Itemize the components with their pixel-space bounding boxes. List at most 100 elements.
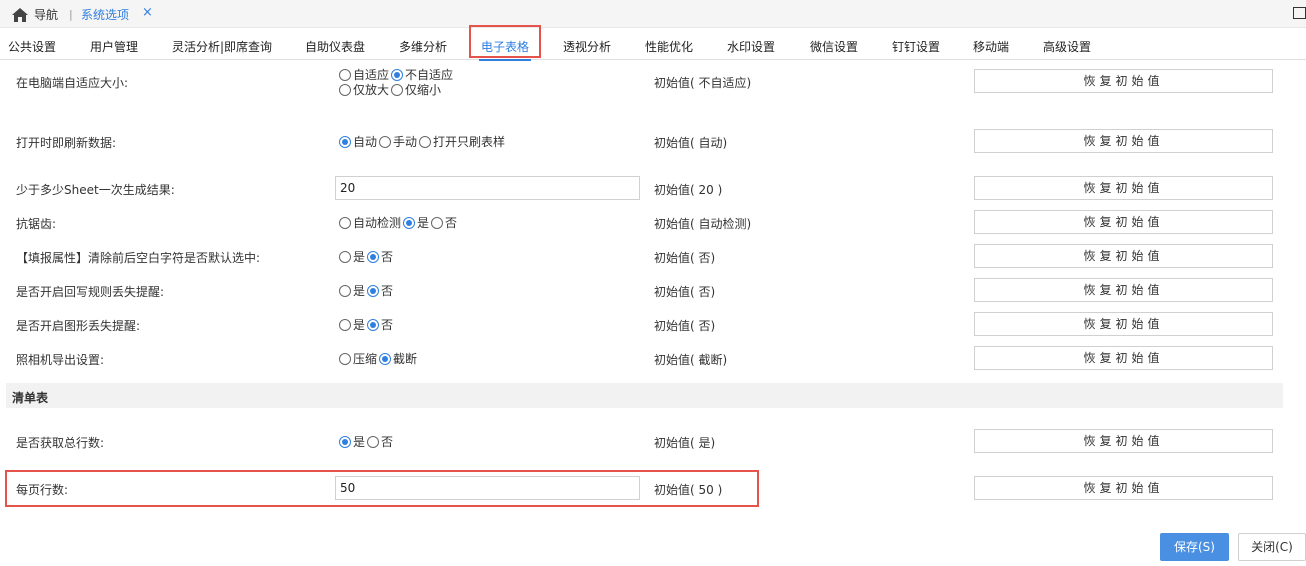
total-rows-options: 是 否 [339,433,395,450]
graphic-alert-label: 是否开启图形丢失提醒: [16,319,141,333]
option-label: 截断 [393,352,418,366]
option-label: 自动检测 [353,216,402,230]
trim-initial-value: 初始值( 否) [654,251,716,265]
trim-option-yes[interactable]: 是 [339,248,365,265]
graphic-option-no[interactable]: 否 [367,316,393,333]
camera-option-compress[interactable]: 压缩 [339,350,377,367]
total-option-no[interactable]: 否 [367,433,393,450]
option-label: 自动 [353,135,378,149]
refresh-option-auto[interactable]: 自动 [339,133,377,150]
breadcrumb-separator: | [69,8,73,21]
tab-highlight-box [469,25,541,58]
trim-whitespace-label: 【填报属性】清除前后空白字符是否默认选中: [16,251,261,265]
restore-button-autofit[interactable]: 恢复初始值 [974,69,1273,93]
tab-adhoc[interactable]: 灵活分析|即席查询 [172,38,272,55]
autofit-label: 在电脑端自适应大小: [16,76,129,90]
radio-button-selected[interactable] [339,135,351,148]
radio-button[interactable] [339,250,351,263]
option-label: 否 [381,250,394,264]
autofit-initial-value: 初始值( 不自适应) [654,76,752,90]
restore-button-total-rows[interactable]: 恢复初始值 [974,429,1273,453]
refresh-label: 打开时即刷新数据: [16,136,117,150]
total-option-yes[interactable]: 是 [339,433,365,450]
radio-button[interactable] [391,83,404,96]
top-bar: 导航 | 系统选项 × [0,0,1306,28]
antialias-option-yes[interactable]: 是 [403,214,429,231]
tab-wechat[interactable]: 微信设置 [810,38,858,55]
radio-button-selected[interactable] [379,352,392,365]
option-label: 是 [353,284,366,298]
autofit-option-shrink[interactable]: 仅缩小 [391,81,441,98]
refresh-options: 自动 手动 打开只刷表样 [339,133,507,150]
refresh-option-manual[interactable]: 手动 [379,133,417,150]
radio-button-selected[interactable] [403,216,416,229]
settings-tabs: 公共设置 用户管理 灵活分析|即席查询 自助仪表盘 多维分析 电子表格 透视分析… [0,28,1306,61]
tab-watermark[interactable]: 水印设置 [727,38,775,55]
tab-mobile[interactable]: 移动端 [973,38,1009,55]
maximize-icon[interactable] [1293,7,1306,19]
tab-advanced[interactable]: 高级设置 [1043,38,1091,55]
radio-button[interactable] [419,135,432,148]
restore-button-writeback[interactable]: 恢复初始值 [974,278,1273,302]
row-highlight-box [5,470,759,507]
total-rows-initial-value: 初始值( 是) [654,436,716,450]
radio-button-selected[interactable] [367,318,380,331]
save-button[interactable]: 保存(S) [1160,533,1229,561]
restore-button-trim[interactable]: 恢复初始值 [974,244,1273,268]
home-icon [12,7,28,22]
radio-button[interactable] [339,352,351,365]
radio-button[interactable] [339,216,351,229]
radio-button-selected[interactable] [367,250,380,263]
tab-public[interactable]: 公共设置 [8,38,56,55]
tab-dashboard[interactable]: 自助仪表盘 [305,38,365,55]
section-title: 清单表 [12,391,49,405]
autofit-options-row2: 仅放大 仅缩小 [339,81,443,98]
trim-option-no[interactable]: 否 [367,248,393,265]
tab-performance[interactable]: 性能优化 [645,38,693,55]
nav-home[interactable]: 导航 [12,6,58,23]
tab-users[interactable]: 用户管理 [90,38,138,55]
antialias-option-auto[interactable]: 自动检测 [339,214,401,231]
radio-button-selected[interactable] [391,68,404,81]
restore-button-graphic[interactable]: 恢复初始值 [974,312,1273,336]
current-tab-label[interactable]: 系统选项 [81,6,129,23]
list-table-section-header: 清单表 [6,383,1283,408]
writeback-option-yes[interactable]: 是 [339,282,365,299]
autofit-option-enlarge[interactable]: 仅放大 [339,81,389,98]
close-button[interactable]: 关闭(C) [1238,533,1306,561]
radio-button[interactable] [367,435,380,448]
radio-button[interactable] [379,135,392,148]
restore-button-antialias[interactable]: 恢复初始值 [974,210,1273,234]
restore-button-sheet-count[interactable]: 恢复初始值 [974,176,1273,200]
refresh-option-style-only[interactable]: 打开只刷表样 [419,133,505,150]
restore-button-rows-per-page[interactable]: 恢复初始值 [974,476,1273,500]
radio-button[interactable] [339,68,351,81]
tab-olap[interactable]: 多维分析 [399,38,447,55]
graphic-option-yes[interactable]: 是 [339,316,365,333]
writeback-alert-label: 是否开启回写规则丢失提醒: [16,285,165,299]
tab-dingtalk[interactable]: 钉钉设置 [892,38,940,55]
radio-button-selected[interactable] [339,435,351,448]
restore-button-refresh[interactable]: 恢复初始值 [974,129,1273,153]
camera-option-truncate[interactable]: 截断 [379,350,417,367]
option-label: 是 [353,435,366,449]
option-label: 是 [353,318,366,332]
radio-button[interactable] [339,284,351,297]
writeback-option-no[interactable]: 否 [367,282,393,299]
radio-button[interactable] [431,216,444,229]
antialias-initial-value: 初始值( 自动检测) [654,217,752,231]
tab-pivot[interactable]: 透视分析 [563,38,611,55]
radio-button[interactable] [339,318,351,331]
radio-button[interactable] [339,83,351,96]
restore-button-camera[interactable]: 恢复初始值 [974,346,1273,370]
graphic-alert-options: 是 否 [339,316,395,333]
antialias-option-no[interactable]: 否 [431,214,457,231]
option-label: 仅放大 [353,83,390,97]
close-icon[interactable]: × [142,5,153,20]
sheet-count-input[interactable]: 20 [335,176,640,200]
camera-initial-value: 初始值( 截断) [654,353,728,367]
writeback-alert-options: 是 否 [339,282,395,299]
radio-button-selected[interactable] [367,284,380,297]
option-label: 否 [381,435,394,449]
option-label: 手动 [393,135,418,149]
